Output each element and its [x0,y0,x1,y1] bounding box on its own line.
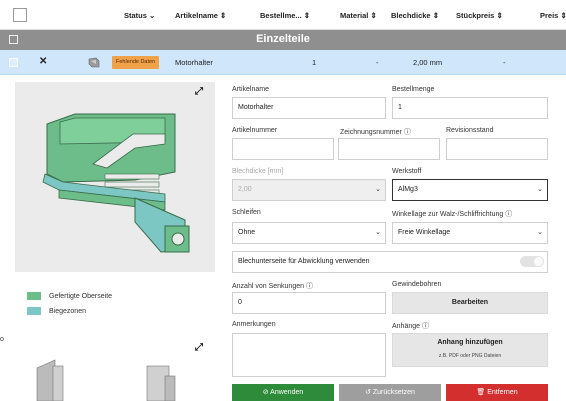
info-icon[interactable]: ⓘ [404,129,411,136]
column-material[interactable]: Material ⇕ [340,11,377,20]
row-checkbox[interactable] [9,58,18,67]
winkellage-select[interactable]: Freie Winkellage ⌄ [392,222,548,244]
reset-button[interactable]: ↺ Zurücksetzen [339,384,441,401]
row-unit-price: - [503,58,506,67]
undo-icon: ↺ [365,389,371,396]
status-badge: Fehlende Daten [112,56,160,69]
info-icon[interactable]: ⓘ [306,283,313,290]
column-stueckpreis[interactable]: Stückpreis ⇕ [456,11,503,20]
app-root: Status ⌄ Artikelname ⇕ Bestellme... ⇕ Ma… [0,0,566,401]
label-werkstoff: Werkstoff [392,168,422,175]
label-anhaenge: Anhänge ⓘ [392,323,429,330]
werkstoff-select[interactable]: AlMg3 ⌄ [392,179,548,201]
chevron-down-icon: ⌄ [537,186,543,193]
label-blechdicke: Blechdicke [mm] [232,168,284,175]
column-bestellmenge[interactable]: Bestellme... ⇕ [260,11,310,20]
bestellmenge-input[interactable]: 1 [392,97,548,119]
column-blechdicke[interactable]: Blechdicke ⇕ [391,11,439,20]
legend-swatch-top [27,292,41,300]
label-revisionsstand: Revisionsstand [446,127,494,134]
legend-item: Gefertigte Oberseite [27,292,112,300]
select-all-checkbox[interactable] [13,8,27,22]
label-senkungen: Anzahl von Senkungen ⓘ [232,283,313,290]
info-icon[interactable]: ⓘ [505,211,512,218]
schleifen-select[interactable]: Ohne ⌄ [232,222,386,244]
row-name: Motorhalter [175,58,213,67]
gewinde-bearbeiten-button[interactable]: Bearbeiten [392,292,548,314]
remove-button[interactable]: 🗑 Entfernen [446,384,548,401]
chevron-down-icon: ⌄ [375,186,381,193]
label-artikelname: Artikelname [232,86,269,93]
3d-viewer[interactable]: ⤢ [15,82,215,272]
check-circle-icon: ⊘ [262,389,269,396]
legend-item: Biegezonen [27,307,86,315]
label-bestellmenge: Bestellmenge [392,86,435,93]
expand-viewer-icon[interactable]: ⤢ [195,86,203,97]
unfold-preview [36,359,176,401]
artikelnummer-input[interactable] [232,138,334,160]
revisionsstand-input[interactable] [446,138,548,160]
chevron-down-icon: ⌄ [537,229,543,236]
label-artikelnummer: Artikelnummer [232,127,278,134]
row-material: - [376,58,379,67]
group-header: Einzelteile [0,30,566,50]
info-icon[interactable]: ⓘ [422,323,429,330]
unfold-viewer[interactable]: ⤢ [15,338,215,401]
edge-glyph: o [0,336,4,343]
legend-swatch-bend [27,307,41,315]
expand-unfold-icon[interactable]: ⤢ [195,342,203,353]
toggle-knob [534,257,543,266]
blechdicke-select: 2,00 ⌄ [232,179,386,201]
senkungen-input[interactable]: 0 [232,292,386,314]
table-row[interactable]: ✕ Fehlende Daten Motorhalter 1 - 2,00 mm… [0,50,566,75]
label-winkellage: Winkellage zur Walz-/Schliffrichtung ⓘ [392,211,513,218]
anhang-hinzufuegen-button[interactable]: Anhang hinzufügen z.B. PDF oder PNG Date… [392,333,548,367]
trash-icon: 🗑 [476,389,486,396]
group-title: Einzelteile [256,33,310,45]
column-artikelname[interactable]: Artikelname ⇕ [175,11,226,20]
remove-row-icon[interactable]: ✕ [39,56,47,67]
label-gewindebohren: Gewindebohren [392,281,442,288]
label-schleifen: Schleifen [232,209,261,216]
part-3d-model [42,113,190,253]
column-status[interactable]: Status ⌄ [124,11,155,20]
column-preis[interactable]: Preis ⇕ [540,11,566,20]
row-quantity: 1 [312,58,317,67]
label-zeichnungsnummer: Zeichnungsnummer ⓘ [340,129,411,136]
blechunterseite-row: Blechunterseite für Abwicklung verwenden [232,251,548,273]
anmerkungen-textarea[interactable] [232,333,386,377]
zeichnungsnummer-input[interactable] [338,138,440,160]
apply-button[interactable]: ⊘ Anwenden [232,384,334,401]
artikelname-input[interactable]: Motorhalter [232,97,386,119]
chevron-down-icon: ⌄ [375,229,381,236]
row-thickness: 2,00 mm [413,58,443,67]
part-thumbnail-icon [88,57,100,68]
table-header: Status ⌄ Artikelname ⇕ Bestellme... ⇕ Ma… [0,0,566,30]
blechunterseite-toggle[interactable] [520,256,544,267]
label-anmerkungen: Anmerkungen [232,321,276,328]
